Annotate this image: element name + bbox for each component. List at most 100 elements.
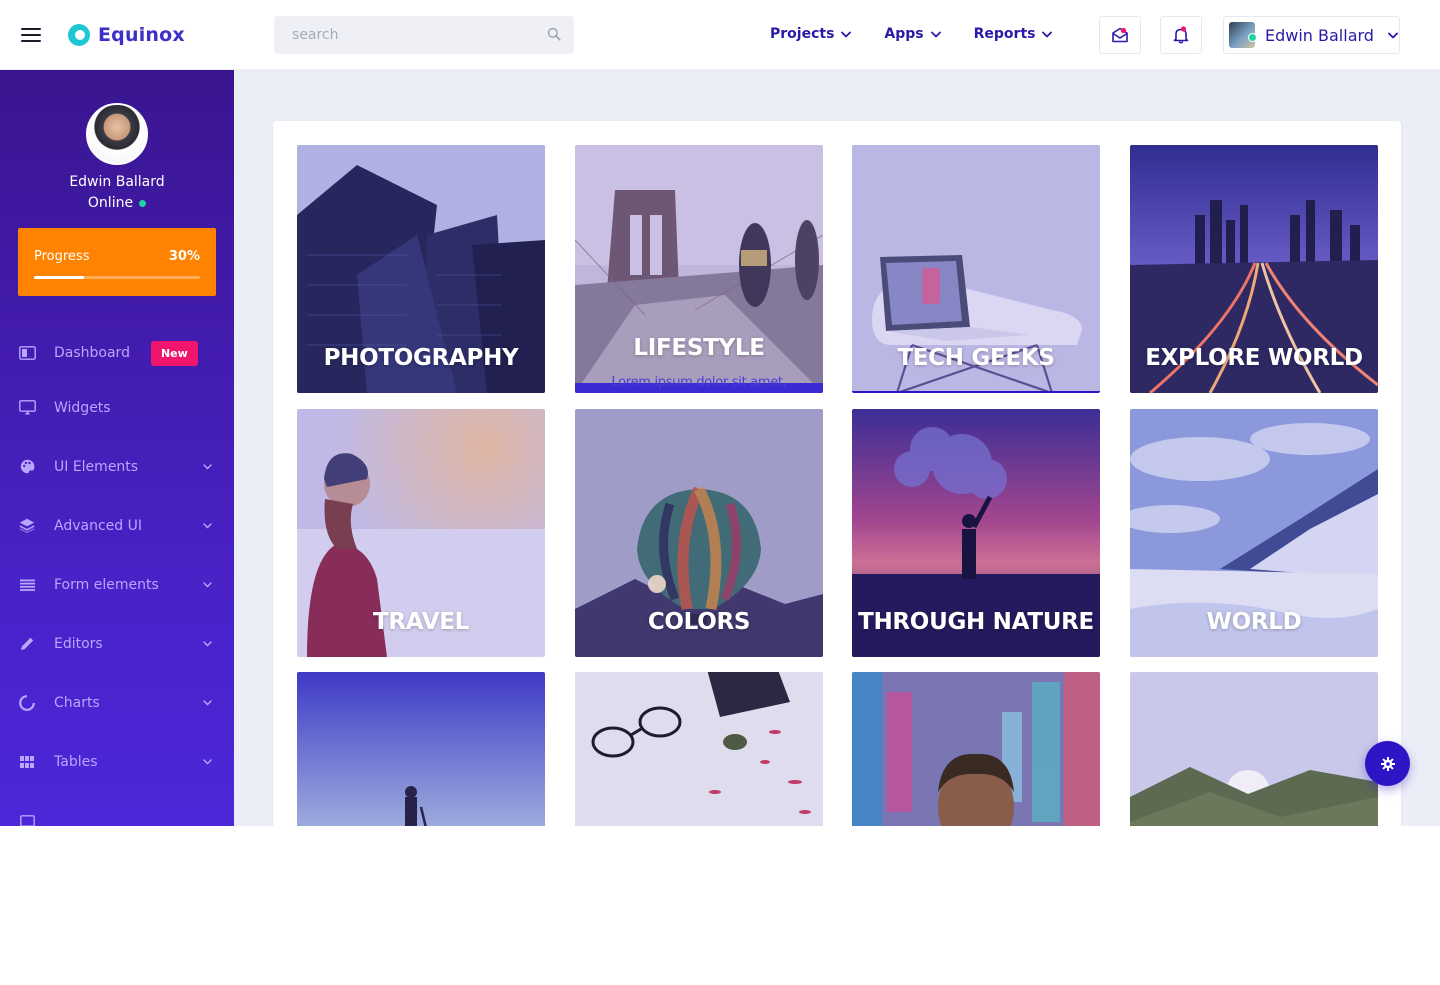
glasses-desk-image — [575, 672, 823, 826]
sidebar-item-label: UI Elements — [54, 458, 139, 475]
gallery-tile-world[interactable]: WORLD — [1130, 409, 1378, 657]
gallery-tile-tech-geeks[interactable]: TECH GEEKS — [852, 145, 1100, 393]
sidebar: Edwin Ballard Online Progress 30% Dashbo… — [0, 70, 234, 826]
top-nav-menu: Projects Apps Reports — [770, 26, 1085, 42]
sidebar-item-advanced-ui[interactable]: Advanced UI — [0, 496, 234, 555]
nav-projects[interactable]: Projects — [770, 26, 852, 42]
tile-caption: LIFESTYLE — [633, 335, 765, 361]
user-menu[interactable]: Edwin Ballard — [1223, 16, 1400, 54]
messages-button[interactable] — [1099, 16, 1141, 54]
valley-sunrise-image — [1130, 672, 1378, 826]
pencil-icon — [18, 635, 36, 653]
progress-card: Progress 30% — [18, 228, 216, 296]
gallery-tile-12[interactable] — [1130, 672, 1378, 826]
chart-ring-icon — [18, 694, 36, 712]
gallery-card: PHOTOGRAPHY LIFESTYLE Lorem ipsum dolor … — [273, 121, 1401, 826]
mail-icon — [1112, 27, 1128, 43]
sidebar-item-label: Form elements — [54, 576, 159, 593]
gallery-tile-lifestyle[interactable]: LIFESTYLE Lorem ipsum dolor sit amet, — [575, 145, 823, 393]
palette-icon — [18, 458, 36, 476]
sidebar-item-label: Advanced UI — [54, 517, 142, 534]
online-status-dot — [139, 199, 147, 207]
chevron-down-icon — [203, 463, 212, 469]
search-input[interactable] — [274, 16, 574, 54]
chevron-down-icon — [841, 31, 852, 37]
sidebar-item-editors[interactable]: Editors — [0, 614, 234, 673]
gallery-tile-colors[interactable]: COLORS — [575, 409, 823, 657]
profile-avatar[interactable] — [86, 103, 148, 165]
progress-value: 30% — [168, 249, 200, 264]
menu-item-icon — [18, 812, 36, 826]
sidebar-item-ui-elements[interactable]: UI Elements — [0, 437, 234, 496]
hamburger-menu-icon[interactable] — [21, 28, 41, 43]
gallery-tile-11[interactable] — [852, 672, 1100, 826]
chevron-down-icon — [203, 640, 212, 646]
nav-apps-label: Apps — [884, 26, 924, 42]
app-name: Equinox — [98, 24, 185, 46]
avatar — [1229, 22, 1257, 48]
sidebar-item-charts[interactable]: Charts — [0, 673, 234, 732]
monitor-icon — [18, 399, 36, 417]
sidebar-item-label: Charts — [54, 694, 100, 711]
gallery-tile-travel[interactable]: TRAVEL — [297, 409, 545, 657]
sidebar-item-widgets[interactable]: Widgets — [0, 378, 234, 437]
chevron-down-icon — [1042, 31, 1053, 37]
chevron-down-icon — [203, 699, 212, 705]
chevron-down-icon — [203, 581, 212, 587]
gallery-tile-10[interactable] — [575, 672, 823, 826]
tile-caption: TRAVEL — [372, 609, 469, 635]
profile-status: Online — [0, 195, 234, 211]
search-icon[interactable] — [547, 27, 561, 41]
city-street-man-image — [852, 672, 1100, 826]
chevron-down-icon — [203, 522, 212, 528]
tile-caption: TECH GEEKS — [897, 345, 1055, 371]
profile-status-text: Online — [87, 195, 134, 211]
tile-caption: EXPLORE WORLD — [1145, 345, 1363, 371]
sidebar-item-label: Tables — [54, 753, 98, 770]
dashboard-icon — [18, 344, 36, 362]
settings-button[interactable] — [1365, 741, 1410, 786]
hiker-sky-image — [297, 672, 545, 826]
tile-caption: WORLD — [1206, 609, 1302, 635]
progress-bar — [34, 276, 200, 279]
nav-apps[interactable]: Apps — [884, 26, 941, 42]
layers-icon — [18, 517, 36, 535]
sidebar-item-dashboard[interactable]: Dashboard New — [0, 328, 234, 378]
grid-icon — [18, 753, 36, 771]
sidebar-item-label: Dashboard — [54, 345, 130, 361]
list-icon — [18, 576, 36, 594]
gallery-tile-9[interactable] — [297, 672, 545, 826]
gallery-tile-explore-world[interactable]: EXPLORE WORLD — [1130, 145, 1378, 393]
nav-reports-label: Reports — [973, 26, 1036, 42]
top-navbar: Equinox Projects Apps Reports — [0, 0, 1440, 70]
notifications-button[interactable] — [1160, 16, 1202, 54]
sidebar-item-label: Widgets — [54, 399, 111, 416]
new-badge: New — [150, 340, 198, 366]
search-box — [274, 16, 574, 54]
sidebar-item-tables[interactable]: Tables — [0, 732, 234, 791]
sidebar-menu: Dashboard New Widgets UI Elements Advanc… — [0, 328, 234, 826]
sidebar-item-next[interactable] — [0, 791, 234, 826]
user-menu-name: Edwin Ballard — [1265, 25, 1374, 45]
tile-caption: COLORS — [647, 609, 751, 635]
tile-caption: THROUGH NATURE — [858, 609, 1094, 635]
nav-projects-label: Projects — [770, 26, 835, 42]
app-logo[interactable]: Equinox — [68, 24, 185, 46]
profile-name: Edwin Ballard — [69, 174, 165, 190]
nav-reports[interactable]: Reports — [974, 26, 1053, 42]
chevron-down-icon — [930, 31, 941, 37]
progress-bar-fill — [34, 276, 84, 279]
sidebar-item-form-elements[interactable]: Form elements — [0, 555, 234, 614]
tile-subcaption: Lorem ipsum dolor sit amet, — [611, 375, 787, 390]
progress-label: Progress — [34, 249, 90, 264]
gallery-tile-photography[interactable]: PHOTOGRAPHY — [297, 145, 545, 393]
gallery-tile-through-nature[interactable]: THROUGH NATURE — [852, 409, 1100, 657]
tile-caption: PHOTOGRAPHY — [323, 345, 519, 371]
bell-icon — [1173, 26, 1189, 44]
sidebar-item-label: Editors — [54, 635, 103, 652]
gear-icon — [1380, 756, 1395, 771]
chevron-down-icon — [203, 758, 212, 764]
logo-icon — [68, 24, 90, 46]
app-viewport: Equinox Projects Apps Reports — [0, 0, 1440, 826]
chevron-down-icon — [1388, 32, 1398, 38]
